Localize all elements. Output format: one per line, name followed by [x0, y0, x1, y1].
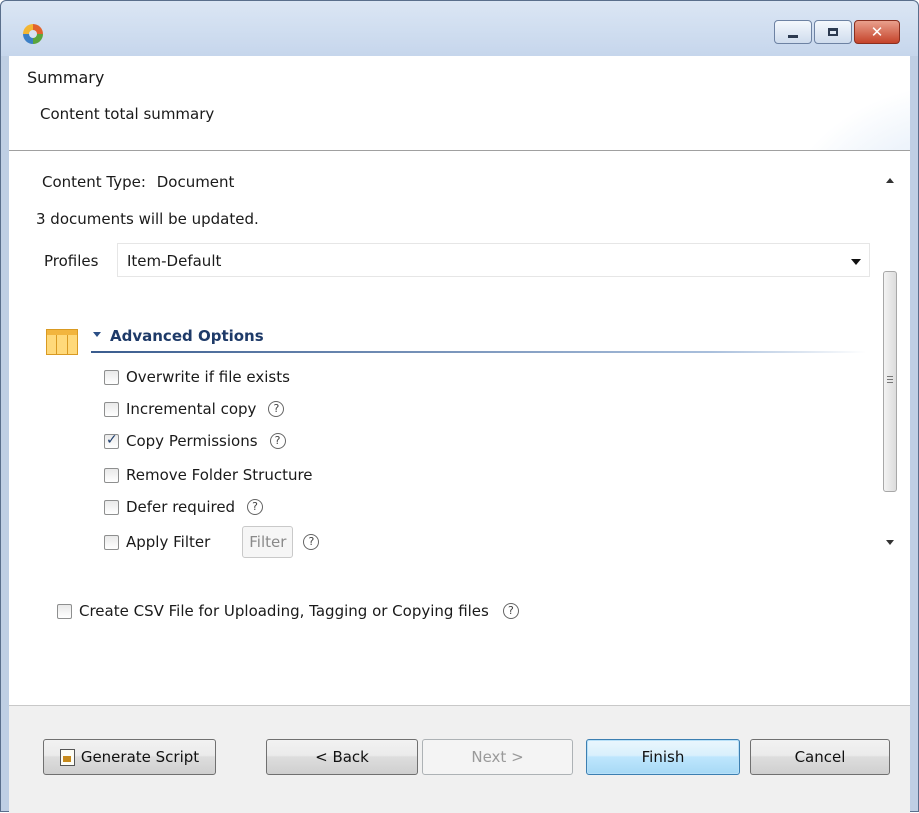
content-type-label: Content Type:	[42, 173, 146, 191]
grip-icon	[887, 376, 893, 383]
option-label: Remove Folder Structure	[126, 466, 313, 484]
window-controls: ✕	[774, 20, 900, 44]
generate-script-button[interactable]: Generate Script	[43, 739, 216, 775]
back-button[interactable]: < Back	[266, 739, 418, 775]
maximize-icon	[828, 28, 838, 36]
title-bar[interactable]: ✕	[1, 1, 918, 56]
cancel-button[interactable]: Cancel	[750, 739, 890, 775]
vertical-scrollbar[interactable]	[880, 159, 900, 559]
checkbox-apply-filter[interactable]	[104, 534, 119, 550]
page-subtitle: Content total summary	[40, 105, 215, 123]
content-type-value: Document	[156, 173, 235, 191]
next-button[interactable]: Next >	[422, 739, 573, 775]
help-icon[interactable]: ?	[268, 401, 285, 417]
minimize-button[interactable]	[774, 20, 812, 44]
csv-option-label: Create CSV File for Uploading, Tagging o…	[79, 602, 489, 620]
table-columns-icon	[46, 329, 78, 355]
section-divider	[91, 351, 866, 353]
page-title: Summary	[27, 68, 105, 87]
chevron-down-icon	[851, 259, 861, 265]
update-message: 3 documents will be updated.	[36, 210, 259, 228]
scrollbar-thumb[interactable]	[883, 271, 897, 492]
option-label: Defer required	[126, 498, 236, 516]
checkbox-defer-required[interactable]	[104, 499, 119, 515]
scroll-down-arrow-icon[interactable]	[886, 540, 894, 545]
option-copy-permissions[interactable]: Copy Permissions ?	[104, 432, 286, 450]
checkbox-overwrite[interactable]	[104, 369, 119, 385]
checkbox-create-csv[interactable]	[57, 603, 72, 619]
option-defer-required[interactable]: Defer required ?	[104, 498, 264, 516]
close-icon: ✕	[870, 22, 884, 41]
maximize-button[interactable]	[814, 20, 852, 44]
option-create-csv[interactable]: Create CSV File for Uploading, Tagging o…	[57, 602, 519, 620]
help-icon[interactable]: ?	[269, 433, 286, 449]
help-icon[interactable]: ?	[247, 499, 264, 515]
checkbox-copy-permissions[interactable]	[104, 432, 119, 449]
app-logo-icon	[23, 24, 43, 44]
finish-button[interactable]: Finish	[586, 739, 740, 775]
advanced-options-title[interactable]: Advanced Options	[110, 327, 264, 345]
option-apply-filter[interactable]: Apply Filter Filter ?	[104, 526, 320, 558]
option-label: Apply Filter	[126, 533, 211, 551]
script-icon	[59, 748, 75, 766]
minimize-icon	[788, 34, 798, 38]
help-icon[interactable]: ?	[303, 534, 320, 550]
collapse-triangle-icon[interactable]	[93, 332, 101, 337]
option-label: Overwrite if file exists	[126, 368, 290, 386]
generate-script-label: Generate Script	[80, 748, 200, 766]
close-button[interactable]: ✕	[854, 20, 900, 44]
option-label: Copy Permissions	[126, 432, 258, 450]
content-type-row: Content Type: Document	[42, 173, 234, 191]
checkbox-incremental-copy[interactable]	[104, 401, 119, 417]
profiles-dropdown[interactable]: Item-Default	[117, 243, 870, 277]
filter-button[interactable]: Filter	[242, 526, 294, 558]
option-label: Incremental copy	[126, 400, 257, 418]
wizard-window: ✕ Summary Content total summary Content …	[0, 0, 919, 813]
option-remove-folder-structure[interactable]: Remove Folder Structure	[104, 466, 313, 484]
profiles-selected-value: Item-Default	[127, 252, 222, 270]
help-icon[interactable]: ?	[502, 603, 519, 619]
option-overwrite[interactable]: Overwrite if file exists	[104, 368, 290, 386]
option-incremental-copy[interactable]: Incremental copy ?	[104, 400, 285, 418]
scroll-up-arrow-icon[interactable]	[886, 178, 894, 183]
options-scroll-region: Content Type: Document 3 documents will …	[9, 151, 910, 563]
checkbox-remove-folder-structure[interactable]	[104, 467, 119, 483]
wizard-content: Content Type: Document 3 documents will …	[9, 151, 910, 706]
wizard-footer: Generate Script < Back Next > Finish Can…	[9, 706, 910, 813]
wizard-header: Summary Content total summary	[9, 56, 910, 151]
profiles-label: Profiles	[44, 252, 99, 270]
